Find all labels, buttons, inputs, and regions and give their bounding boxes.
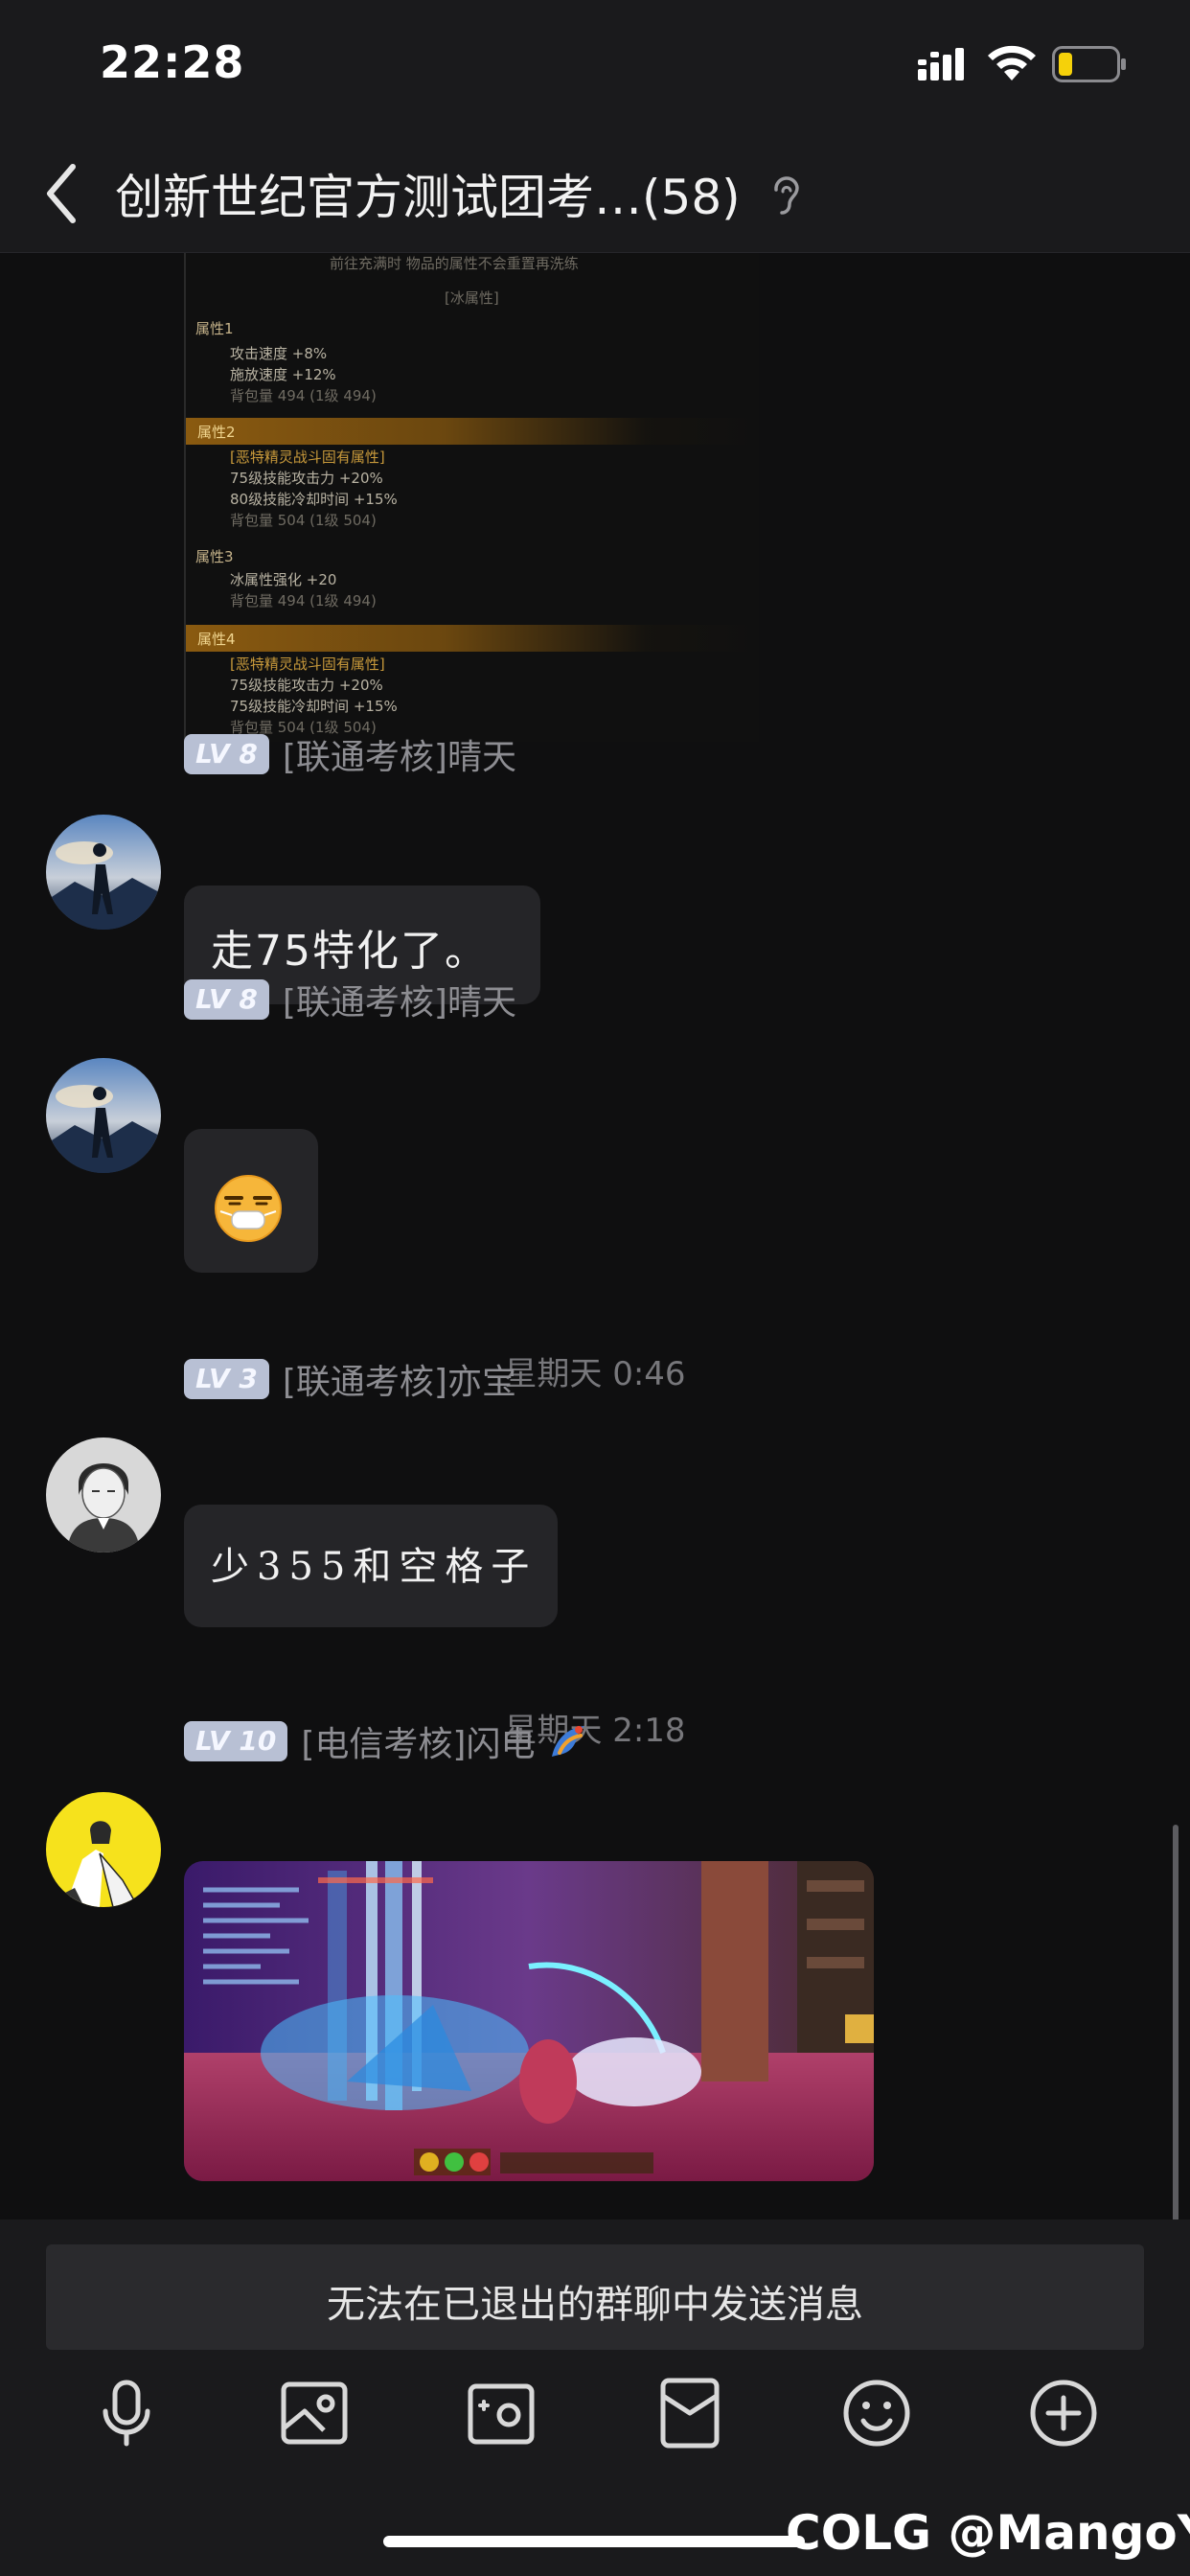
message-meta: LV 10 [电信考核]闪电 [184,1716,590,1766]
screenshot-text: [恶特精灵战斗固有属性] [230,656,385,673]
screenshot-text: 75级技能攻击力 +20% [230,677,383,694]
timestamp: 星期天 2:18 [504,1712,686,1750]
screenshot-text: 攻击速度 +8% [230,345,328,362]
sender-name[interactable]: [联通考核]晴天 [283,729,516,779]
screenshot-text: 前往充满时 物品的属性不会重置再洗练 [330,255,579,272]
notice-text: 无法在已退出的群聊中发送消息 [327,2283,863,2327]
message-bubble[interactable]: 少355和空格子 [184,1505,558,1627]
message-meta: LV 8 [联通考核]晴天 [184,975,516,1024]
screenshot-text: 施放速度 +12% [230,366,336,383]
game-screenshot-image[interactable] [184,1861,874,2181]
level-badge: LV 8 [184,979,269,1020]
screenshot-text: 属性4 [197,631,236,648]
dragon-title-icon [552,1726,585,1757]
mic-icon[interactable] [88,2375,165,2451]
message-text: 走75特化了。 [211,927,489,976]
sender-name[interactable]: [联通考核]亦宝 [283,1354,516,1404]
level-badge: LV 8 [184,734,269,774]
screenshot-text: 属性1 [195,320,234,337]
screenshot-text: [恶特精灵战斗固有属性] [230,448,385,466]
back-chevron-icon[interactable] [38,157,86,230]
screenshot-text: 冰属性强化 +20 [230,571,337,588]
sender-name[interactable]: [电信考核]闪电 [301,1716,535,1766]
watermark: COLG @MangoY [786,2505,1190,2561]
camera-icon[interactable] [463,2375,539,2451]
home-indicator[interactable] [383,2536,805,2547]
avatar[interactable] [46,815,161,930]
screenshot-highlight-band: 属性4 [186,625,759,652]
battery-icon [1052,46,1126,82]
chat-header: 创新世纪官方测试团考…(58) [0,134,1190,253]
screenshot-text: 75级技能冷却时间 +15% [230,698,398,715]
chat-title[interactable]: 创新世纪官方测试团考…(58) [115,159,741,228]
message-meta: LV 8 [联通考核]晴天 [184,729,516,779]
sender-name[interactable]: [联通考核]晴天 [283,975,516,1024]
image-icon[interactable] [276,2375,353,2451]
screenshot-text: 背包量 504 (1级 504) [230,512,377,529]
timestamp: 星期天 0:46 [504,1355,686,1393]
message-list[interactable]: 前往充满时 物品的属性不会重置再洗练 [冰属性] 属性1 攻击速度 +8% 施放… [0,253,1190,2220]
emoji-icon[interactable] [838,2375,915,2451]
status-bar: 22:28 [0,0,1190,134]
message-bubble[interactable] [184,1129,318,1273]
sticker-emoji-icon [215,1175,282,1242]
earpiece-mode-icon [774,176,799,215]
screenshot-text: 背包量 494 (1级 494) [230,592,377,610]
wifi-icon [988,45,1036,80]
cellular-signal-icon [918,48,964,80]
screenshot-text: [冰属性] [445,289,499,307]
screenshot-highlight-band: 属性2 [186,418,759,445]
level-badge: LV 3 [184,1359,269,1399]
message-text: 少355和空格子 [211,1545,538,1589]
screenshot-text: 属性2 [197,424,236,441]
screenshot-text: 75级技能攻击力 +20% [230,470,383,487]
level-badge: LV 10 [184,1721,288,1761]
plus-icon[interactable] [1025,2375,1102,2451]
screenshot-text: 背包量 494 (1级 494) [230,387,377,404]
scrollbar[interactable] [1173,1825,1179,2220]
avatar[interactable] [46,1792,161,1907]
screenshot-text: 80级技能冷却时间 +15% [230,491,398,508]
screenshot-text: 属性3 [195,548,234,565]
status-time: 22:28 [100,36,245,88]
item-attribute-screenshot[interactable]: 前往充满时 物品的属性不会重置再洗练 [冰属性] 属性1 攻击速度 +8% 施放… [184,253,759,742]
disabled-input-notice: 无法在已退出的群聊中发送消息 [46,2244,1144,2350]
avatar[interactable] [46,1438,161,1552]
avatar[interactable] [46,1058,161,1173]
message-meta: LV 3 [联通考核]亦宝 [184,1354,516,1404]
red-packet-icon[interactable] [652,2375,728,2451]
